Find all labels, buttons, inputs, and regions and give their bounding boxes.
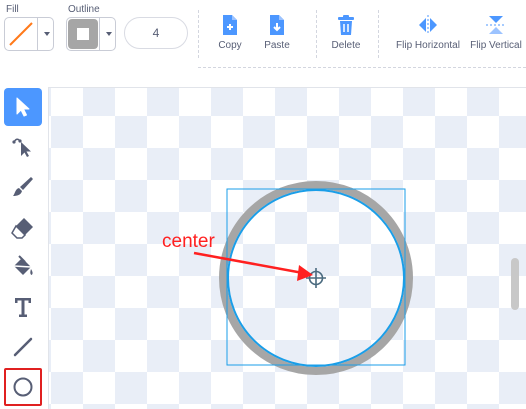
canvas-overlay	[193, 181, 413, 375]
annotation-arrow	[193, 251, 313, 281]
center-crosshair-icon	[306, 268, 326, 288]
vertical-scrollbar[interactable]	[511, 258, 519, 310]
center-annotation-label: center	[162, 231, 215, 252]
